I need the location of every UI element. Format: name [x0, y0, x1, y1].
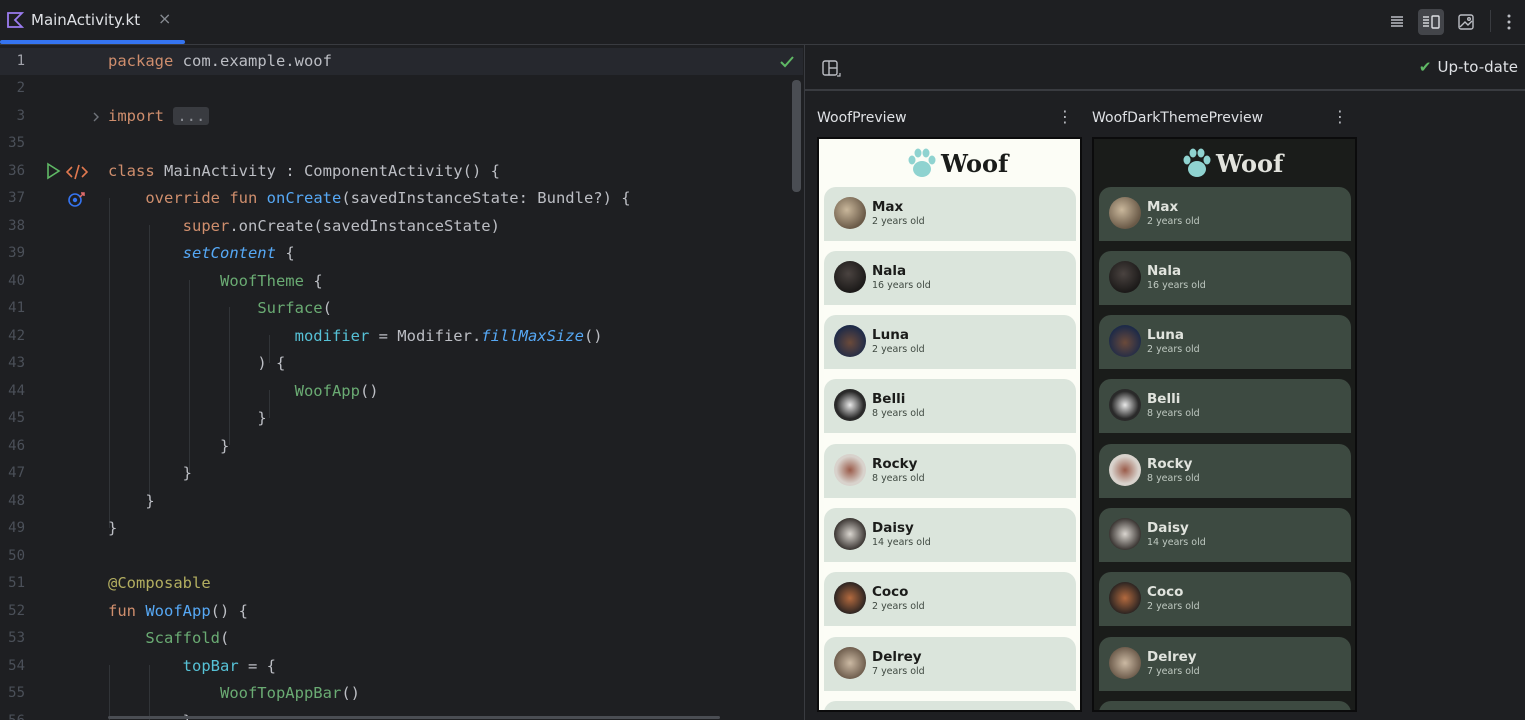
code-line: 55 WoofTopAppBar()	[8, 684, 360, 702]
app-title: Woof	[941, 149, 1009, 178]
dark-preview-frame[interactable]: Woof Max 2 years old Nala 16 years old Lun…	[1092, 137, 1357, 712]
avatar	[1109, 261, 1141, 293]
code-line: 49 }	[8, 519, 118, 537]
code-line: 46 }	[8, 437, 230, 455]
dog-card[interactable]: Daisy 14 years old	[824, 508, 1076, 562]
avatar	[1109, 518, 1141, 550]
dog-card[interactable]: Nala 16 years old	[1099, 251, 1351, 305]
dog-card[interactable]: Rocky 8 years old	[824, 444, 1076, 498]
code-line: 41 Surface(	[8, 299, 332, 317]
avatar	[1109, 325, 1141, 357]
code-line: 48 }	[8, 492, 155, 510]
avatar	[834, 197, 866, 229]
light-preview-menu-icon[interactable]: ⋮	[1057, 108, 1073, 126]
dog-card[interactable]: Delrey 7 years old	[824, 637, 1076, 691]
code-line: 35	[8, 135, 25, 151]
code-line: 39 setContent {	[8, 244, 295, 262]
vertical-scrollbar[interactable]	[792, 80, 801, 192]
editor-tab-bar: MainActivity.kt ×	[0, 0, 1525, 45]
split-view-icon[interactable]	[1418, 9, 1444, 35]
code-line: 44 WoofApp()	[8, 382, 379, 400]
dog-card[interactable]: Coco 2 years old	[1099, 572, 1351, 626]
code-line: 2	[16, 80, 25, 96]
app-title: Woof	[1216, 149, 1284, 178]
code-line: 37 override fun onCreate(savedInstanceSt…	[8, 189, 631, 207]
preview-toolbar: ✔ Up-to-date	[805, 45, 1525, 91]
tab-main-activity[interactable]: MainActivity.kt ×	[0, 0, 185, 44]
code-line: 51 @Composable	[8, 574, 211, 592]
code-line: 38 super.onCreate(savedInstanceState)	[8, 217, 500, 235]
avatar	[1109, 454, 1141, 486]
avatar	[834, 647, 866, 679]
design-view-icon[interactable]	[1453, 9, 1479, 35]
check-icon: ✔	[1418, 58, 1432, 76]
toolbar-separator	[1490, 10, 1491, 32]
code-line: 50	[8, 548, 25, 564]
kotlin-file-icon	[6, 11, 25, 33]
top-app-bar: Woof	[819, 145, 1080, 181]
avatar	[834, 389, 866, 421]
dog-card[interactable]	[824, 701, 1076, 710]
dark-preview-menu-icon[interactable]: ⋮	[1332, 108, 1348, 126]
active-tab-indicator	[0, 40, 185, 44]
dog-card[interactable]: Max 2 years old	[824, 187, 1076, 241]
avatar	[834, 325, 866, 357]
dog-card[interactable]: Belli 8 years old	[1099, 379, 1351, 433]
folded-imports[interactable]: ...	[173, 107, 210, 125]
avatar	[1109, 389, 1141, 421]
dog-card[interactable]: Luna 2 years old	[824, 315, 1076, 369]
code-line: 52 fun WoofApp() {	[8, 602, 248, 620]
code-editor[interactable]: 1 package com.example.woof 2 3 import ..…	[0, 45, 803, 720]
avatar	[834, 582, 866, 614]
avatar	[1109, 582, 1141, 614]
preview-status: ✔ Up-to-date	[1418, 58, 1518, 76]
compose-preview-panel: ✔ Up-to-date WoofPreview ⋮ WoofDarkThemeP…	[804, 45, 1525, 720]
code-line: 40 WoofTheme {	[8, 272, 323, 290]
avatar	[1109, 197, 1141, 229]
more-vertical-icon[interactable]	[1496, 9, 1522, 35]
top-app-bar: Woof	[1094, 145, 1355, 181]
code-line: 3 import ...	[0, 103, 790, 130]
dog-card[interactable]: Rocky 8 years old	[1099, 444, 1351, 498]
avatar	[1109, 647, 1141, 679]
code-line: 53 Scaffold(	[8, 629, 230, 647]
paw-logo-icon	[1180, 147, 1214, 183]
avatar	[834, 261, 866, 293]
code-line: 42 modifier = Modifier.fillMaxSize()	[8, 327, 603, 345]
light-preview-label: WoofPreview	[817, 110, 907, 126]
code-line: 47 }	[8, 464, 192, 482]
dog-card[interactable]: Nala 16 years old	[824, 251, 1076, 305]
code-view-icon[interactable]	[1384, 9, 1410, 35]
close-tab-icon[interactable]: ×	[158, 9, 171, 28]
dog-card[interactable]	[1099, 701, 1351, 710]
horizontal-scrollbar[interactable]	[108, 716, 720, 719]
code-line: 36 class MainActivity : ComponentActivit…	[8, 162, 500, 180]
tab-title: MainActivity.kt	[31, 11, 141, 29]
code-line: 43 ) {	[8, 354, 286, 372]
dog-card[interactable]: Daisy 14 years old	[1099, 508, 1351, 562]
dog-card[interactable]: Belli 8 years old	[824, 379, 1076, 433]
dog-card[interactable]: Max 2 years old	[1099, 187, 1351, 241]
avatar	[834, 518, 866, 550]
code-line: 45 }	[8, 409, 267, 427]
paw-logo-icon	[905, 147, 939, 183]
dog-card[interactable]: Luna 2 years old	[1099, 315, 1351, 369]
dark-preview-label: WoofDarkThemePreview	[1092, 110, 1264, 126]
code-line: 1 package com.example.woof	[16, 52, 332, 70]
dog-card[interactable]: Coco 2 years old	[824, 572, 1076, 626]
dog-card[interactable]: Delrey 7 years old	[1099, 637, 1351, 691]
avatar	[834, 454, 866, 486]
code-line: 54 topBar = {	[8, 657, 276, 675]
layout-options-icon[interactable]	[821, 59, 841, 83]
light-preview-frame[interactable]: Woof Max 2 years old Nala 16 years old Lun…	[817, 137, 1082, 712]
